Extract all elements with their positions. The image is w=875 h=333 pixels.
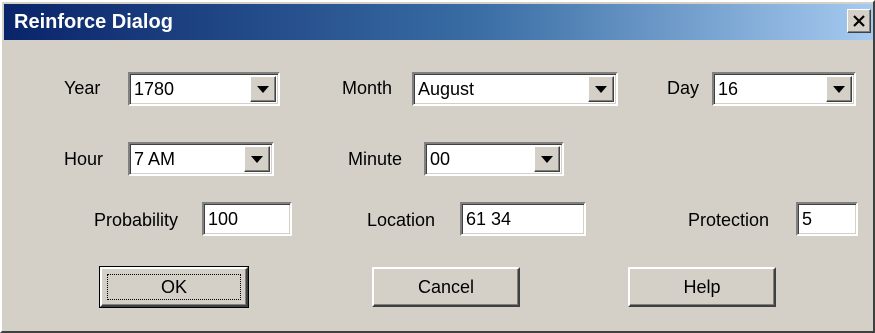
protection-input[interactable]: 5 (796, 202, 858, 236)
ok-button[interactable]: OK (99, 266, 249, 308)
chevron-down-icon (833, 86, 845, 93)
close-button[interactable] (847, 9, 871, 33)
help-button[interactable]: Help (628, 267, 776, 307)
day-value: 16 (718, 79, 739, 99)
minute-dropdown[interactable]: 00 (424, 142, 564, 176)
protection-value: 5 (802, 209, 813, 229)
month-dropdown[interactable]: August (412, 72, 618, 106)
chevron-down-icon (257, 86, 269, 93)
day-dropdown[interactable]: 16 (712, 72, 856, 106)
day-dropdown-button[interactable] (826, 76, 852, 102)
minute-label: Minute (348, 149, 403, 169)
close-icon (853, 15, 865, 27)
location-label: Location (367, 210, 436, 230)
protection-label: Protection (688, 210, 770, 230)
chevron-down-icon (541, 156, 553, 163)
help-button-label: Help (683, 277, 721, 297)
probability-value: 100 (208, 209, 239, 229)
hour-label: Hour (64, 149, 104, 169)
cancel-button-label: Cancel (417, 277, 475, 297)
day-label: Day (667, 78, 700, 98)
minute-value: 00 (430, 149, 451, 169)
cancel-button[interactable]: Cancel (372, 267, 520, 307)
focus-rect (107, 274, 241, 300)
year-label: Year (64, 78, 101, 98)
month-label: Month (342, 78, 393, 98)
probability-label: Probability (94, 210, 179, 230)
year-value: 1780 (134, 79, 175, 99)
hour-dropdown[interactable]: 7 AM (128, 142, 274, 176)
window-title: Reinforce Dialog (14, 11, 173, 33)
location-value: 61 34 (466, 209, 512, 229)
month-dropdown-button[interactable] (588, 76, 614, 102)
reinforce-dialog: Reinforce Dialog Year 1780 Month August … (0, 0, 875, 333)
year-dropdown-button[interactable] (250, 76, 276, 102)
hour-dropdown-button[interactable] (244, 146, 270, 172)
probability-input[interactable]: 100 (202, 202, 292, 236)
hour-value: 7 AM (134, 149, 176, 169)
year-dropdown[interactable]: 1780 (128, 72, 280, 106)
month-value: August (418, 79, 475, 99)
chevron-down-icon (595, 86, 607, 93)
title-bar: Reinforce Dialog (4, 4, 873, 40)
minute-dropdown-button[interactable] (534, 146, 560, 172)
location-input[interactable]: 61 34 (460, 202, 586, 236)
chevron-down-icon (251, 156, 263, 163)
